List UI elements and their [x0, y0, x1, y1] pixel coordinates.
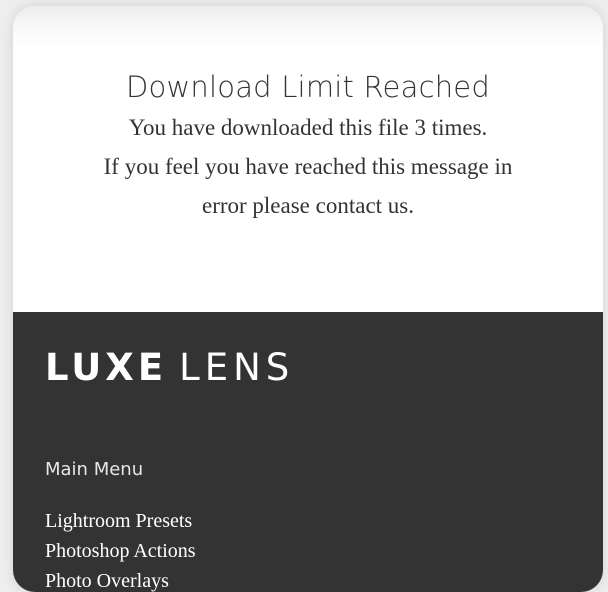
menu-item-photoshop-actions[interactable]: Photoshop Actions	[45, 536, 196, 566]
menu-item-lightroom-presets[interactable]: Lightroom Presets	[45, 506, 196, 536]
download-limit-card: Download Limit Reached You have download…	[13, 6, 603, 592]
message-line-error-notice: If you feel you have reached this messag…	[103, 154, 513, 179]
site-footer: LUXE LENS Main Menu Lightroom Presets Pho…	[13, 312, 603, 592]
message-line-contact: error please contact us.	[201, 193, 414, 218]
main-menu-heading: Main Menu	[45, 459, 144, 480]
message-line-download-count: You have downloaded this file 3 times.	[128, 115, 488, 140]
top-shadow	[13, 6, 603, 48]
menu-item-photo-overlays[interactable]: Photo Overlays	[45, 566, 196, 592]
logo-bold-text: LUXE	[45, 346, 168, 389]
main-menu-list: Lightroom Presets Photoshop Actions Phot…	[45, 506, 196, 592]
message-title: Download Limit Reached	[126, 70, 490, 104]
luxe-lens-logo[interactable]: LUXE LENS	[45, 346, 294, 390]
logo-light-text: LENS	[179, 346, 295, 389]
message-panel: Download Limit Reached You have download…	[13, 68, 603, 225]
